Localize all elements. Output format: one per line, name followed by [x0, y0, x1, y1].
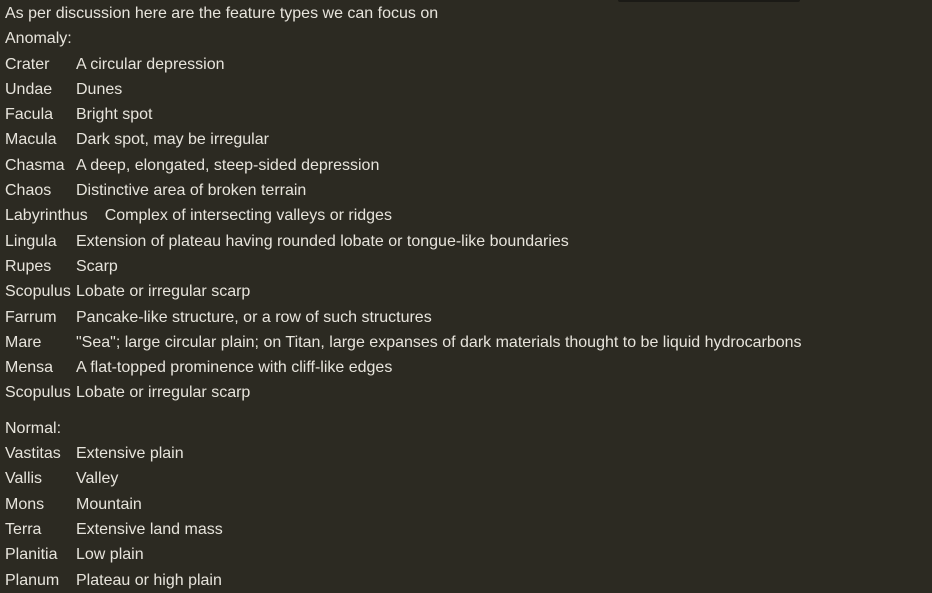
feature-term: Mons — [5, 495, 45, 513]
feature-description: Distinctive area of broken terrain — [76, 182, 307, 200]
list-item: Lingula Extension of plateau having round… — [5, 229, 928, 254]
list-item: Scopulus Lobate or irregular scarp — [5, 279, 928, 304]
feature-description: Extensive land mass — [76, 520, 223, 538]
feature-term: Mensa — [5, 359, 54, 377]
feature-description: Complex of intersecting valleys or ridge… — [104, 207, 392, 225]
feature-description: Valley — [76, 470, 119, 488]
feature-term: Facula — [5, 106, 54, 124]
list-item: Vastitas Extensive plain — [5, 441, 928, 466]
feature-term: Planitia — [5, 546, 58, 564]
feature-description: Plateau or high plain — [76, 571, 222, 589]
intro-text: As per discussion here are the feature t… — [5, 5, 439, 22]
feature-term: Chaos — [5, 182, 52, 200]
list-item: Labyrinthus Complex of intersecting valle… — [5, 203, 928, 228]
list-item: Chasma A deep, elongated, steep-sided dep… — [5, 153, 928, 178]
feature-term: Chasma — [5, 156, 65, 174]
feature-description: Lobate or irregular scarp — [76, 283, 251, 301]
feature-term: Vastitas — [5, 445, 61, 463]
feature-term: Farrum — [5, 308, 57, 326]
list-item: Terra Extensive land mass — [5, 517, 928, 542]
feature-description: "Sea"; large circular plain; on Titan, l… — [76, 333, 802, 351]
anomaly-list: Crater A circular depression Undae Dunes F… — [5, 52, 928, 406]
feature-term: Macula — [5, 131, 57, 149]
feature-term: Labyrinthus — [5, 207, 88, 225]
normal-list: Vastitas Extensive plain Vallis Valley Mon… — [5, 441, 928, 593]
feature-description: Dunes — [76, 80, 123, 98]
feature-term: Crater — [5, 55, 50, 73]
feature-term: Terra — [5, 520, 42, 538]
list-item: Chaos Distinctive area of broken terrain — [5, 178, 928, 203]
feature-description: A flat-topped prominence with cliff-like… — [76, 359, 393, 377]
list-item: Mons Mountain — [5, 492, 928, 517]
list-item: Farrum Pancake-like structure, or a row o… — [5, 305, 928, 330]
feature-description: Lobate or irregular scarp — [76, 384, 251, 402]
feature-description: Mountain — [76, 495, 142, 513]
list-item: Mensa A flat-topped prominence with cliff… — [5, 355, 928, 380]
list-item: Planitia Low plain — [5, 542, 928, 567]
feature-term: Planum — [5, 571, 60, 589]
feature-description: Low plain — [76, 546, 144, 564]
section-title-normal: Normal: — [5, 419, 62, 437]
feature-description: A circular depression — [76, 55, 225, 73]
feature-description: Bright spot — [76, 106, 153, 124]
list-item: Vallis Valley — [5, 466, 928, 491]
list-item: Macula Dark spot, may be irregular — [5, 127, 928, 152]
section-title-anomaly: Anomaly: — [5, 30, 72, 48]
feature-description: A deep, elongated, steep-sided depressio… — [76, 156, 380, 174]
feature-term: Vallis — [5, 470, 43, 488]
feature-description: Scarp — [76, 257, 118, 275]
feature-term: Rupes — [5, 257, 52, 275]
feature-description: Dark spot, may be irregular — [76, 131, 269, 149]
feature-term: Mare — [5, 333, 42, 351]
list-item: Rupes Scarp — [5, 254, 928, 279]
feature-term: Scopulus — [5, 283, 71, 301]
list-item: Scopulus Lobate or irregular scarp — [5, 380, 928, 405]
list-item: Crater A circular depression — [5, 52, 928, 77]
feature-term: Lingula — [5, 232, 57, 250]
list-item: Mare "Sea"; large circular plain; on Tita… — [5, 330, 928, 355]
message-body: As per discussion here are the feature t… — [5, 1, 928, 593]
feature-description: Pancake-like structure, or a row of such… — [76, 308, 432, 326]
feature-term: Scopulus — [5, 384, 71, 402]
list-item: Undae Dunes — [5, 77, 928, 102]
feature-description: Extension of plateau having rounded loba… — [76, 232, 569, 250]
feature-description: Extensive plain — [76, 445, 184, 463]
list-item: Facula Bright spot — [5, 102, 928, 127]
list-item: Planum Plateau or high plain — [5, 568, 928, 593]
feature-term: Undae — [5, 80, 53, 98]
